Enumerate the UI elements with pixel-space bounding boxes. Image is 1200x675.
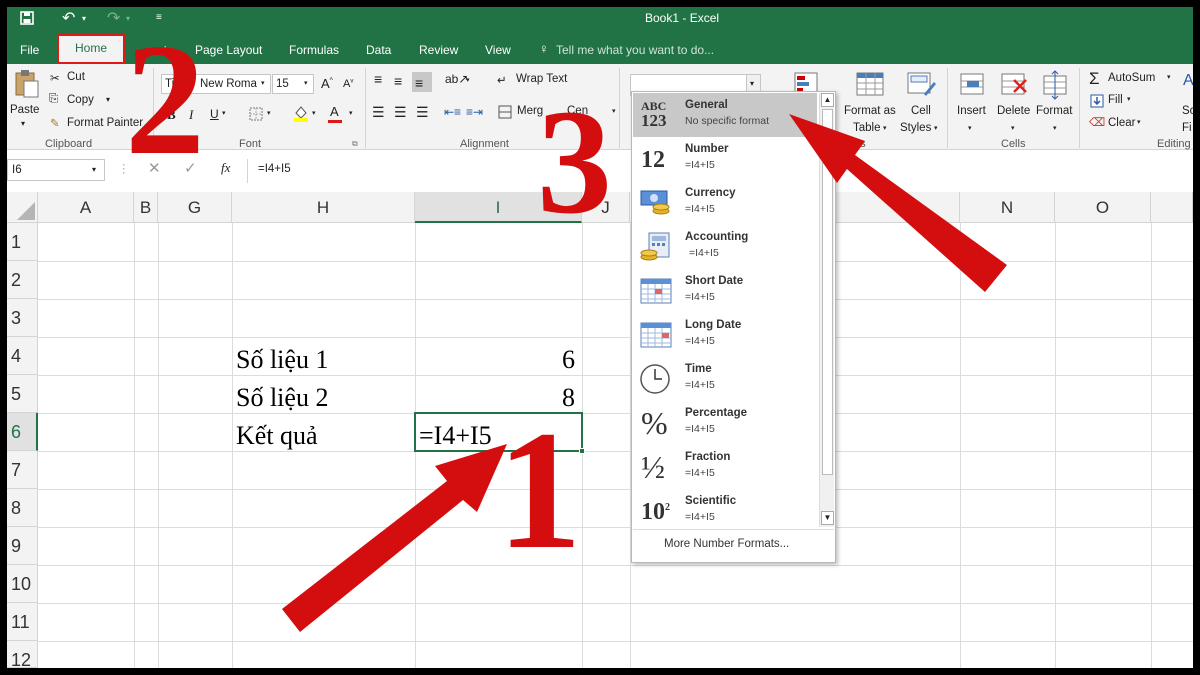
arrow-to-general-format bbox=[789, 114, 1007, 292]
arrow-to-cell-i6 bbox=[282, 444, 507, 632]
annotation-number-3: 3 bbox=[537, 79, 612, 245]
annotation-number-2: 2 bbox=[125, 10, 205, 188]
annotation-number-1: 1 bbox=[497, 396, 582, 584]
